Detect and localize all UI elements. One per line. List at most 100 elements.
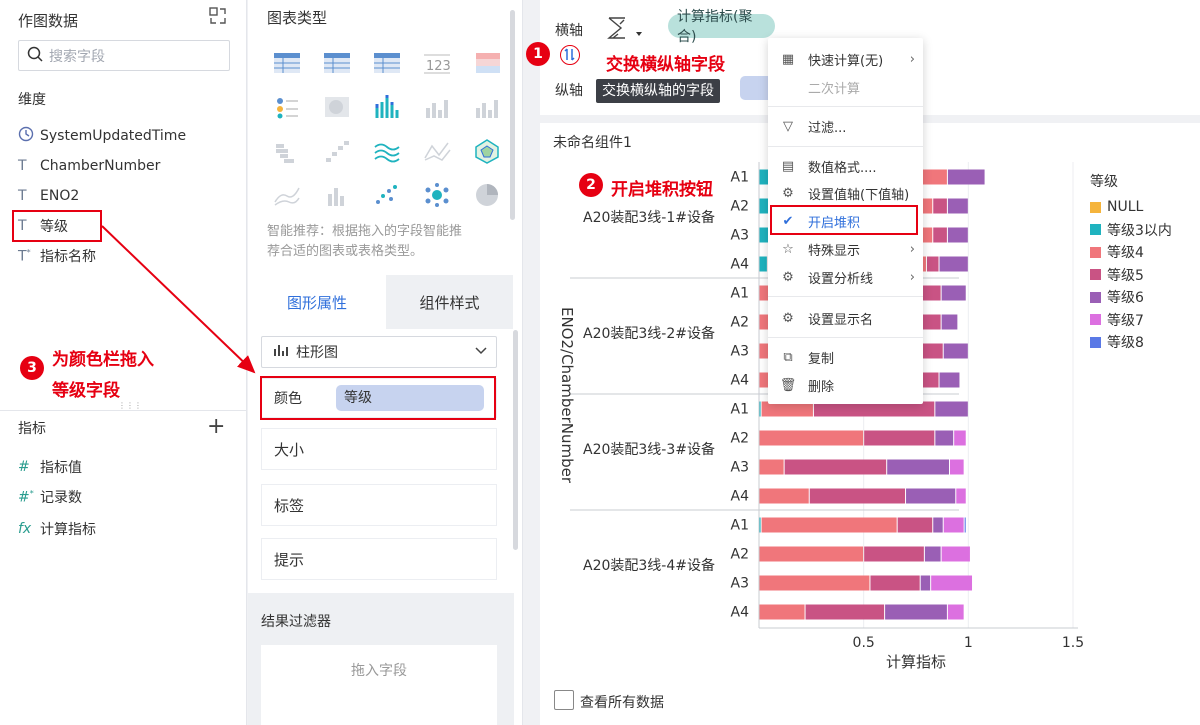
measure-field-record-count[interactable]: #* 记录数 bbox=[18, 484, 82, 510]
y-tick-label: A3 bbox=[731, 344, 749, 360]
bar-segment bbox=[935, 401, 968, 417]
view-all-data-checkbox[interactable] bbox=[554, 690, 574, 710]
mini-bar-icon[interactable] bbox=[322, 182, 352, 208]
menu-separator bbox=[768, 296, 923, 297]
y-tick-label: A4 bbox=[731, 489, 750, 505]
dimension-field-indicator-name[interactable]: T* 指标名称 bbox=[18, 243, 96, 269]
menu-item-label: 设置分析线 bbox=[808, 271, 874, 287]
column-icon[interactable] bbox=[422, 94, 452, 120]
legend-swatch bbox=[1090, 224, 1101, 235]
dot-matrix-icon[interactable] bbox=[272, 94, 302, 120]
pie-chart-icon[interactable] bbox=[472, 182, 502, 208]
annotation-text-3b: 等级字段 bbox=[52, 381, 120, 401]
legend-label: 等级5 bbox=[1107, 267, 1144, 284]
switch-dataset-icon[interactable] bbox=[208, 6, 228, 26]
chart-type-scrollbar[interactable] bbox=[510, 10, 515, 220]
field-label: ChamberNumber bbox=[40, 158, 161, 174]
y-tick-label: A1 bbox=[731, 518, 749, 534]
legend-item[interactable]: 等级8 bbox=[1090, 332, 1144, 352]
trash-icon: 🗑 bbox=[779, 377, 797, 393]
color-table-icon[interactable] bbox=[472, 50, 502, 76]
legend-item[interactable]: 等级4 bbox=[1090, 242, 1144, 262]
text-type-icon: T bbox=[18, 188, 27, 204]
tab-graphic-properties[interactable]: 图形属性 bbox=[248, 275, 386, 329]
menu-item-special-display[interactable]: ☆ 特殊显示 › bbox=[768, 235, 923, 263]
dimensions-header: 维度 bbox=[18, 92, 46, 108]
field-label: SystemUpdatedTime bbox=[40, 128, 187, 144]
bar-segment bbox=[920, 575, 931, 591]
widget-title: 未命名组件1 bbox=[553, 135, 632, 151]
swap-arrows-icon bbox=[564, 48, 575, 61]
menu-item-filter[interactable]: ▽ 过滤... bbox=[768, 112, 923, 140]
legend-item[interactable]: 等级5 bbox=[1090, 265, 1144, 285]
bar-segment bbox=[885, 604, 947, 620]
menu-item-number-format[interactable]: ▤ 数值格式.... bbox=[768, 152, 923, 180]
hash-icon: #* bbox=[18, 488, 34, 506]
legend-item[interactable]: 等级6 bbox=[1090, 287, 1144, 307]
bar-segment bbox=[864, 430, 935, 446]
measure-field-calc-indicator[interactable]: fx 计算指标 bbox=[18, 516, 96, 542]
chart-subtype-value: 柱形图 bbox=[296, 345, 338, 361]
area-chart-icon[interactable] bbox=[272, 182, 302, 208]
x-tick-label: 1 bbox=[964, 635, 973, 651]
heat-area-icon[interactable] bbox=[322, 94, 352, 120]
y-tick-label: A2 bbox=[731, 547, 749, 563]
scatter-icon[interactable] bbox=[372, 182, 402, 208]
bar-segment bbox=[941, 314, 958, 330]
waterfall-icon[interactable] bbox=[272, 138, 302, 164]
data-panel-title: 作图数据 bbox=[18, 12, 79, 30]
field-search-input[interactable]: 搜索字段 bbox=[18, 40, 230, 71]
radar-line-icon[interactable] bbox=[422, 138, 452, 164]
bar-segment bbox=[939, 372, 960, 388]
swap-axes-button[interactable] bbox=[560, 45, 580, 65]
menu-item-value-axis[interactable]: ⚙ 设置值轴(下值轴) bbox=[768, 179, 923, 207]
line-chart-icon[interactable] bbox=[372, 138, 402, 164]
result-filter-dropzone[interactable]: 拖入字段 bbox=[261, 645, 497, 725]
stacked-bar-icon[interactable] bbox=[372, 94, 402, 120]
bar-segment bbox=[924, 546, 941, 562]
bar-segment bbox=[864, 546, 924, 562]
menu-item-delete[interactable]: 🗑 删除 bbox=[768, 371, 923, 399]
legend-swatch bbox=[1090, 269, 1101, 280]
bubble-icon[interactable] bbox=[422, 182, 452, 208]
axis-type-icon[interactable] bbox=[606, 14, 652, 42]
number-kpi-icon[interactable]: 123 bbox=[422, 50, 452, 76]
resize-handle[interactable]: ⋮⋮⋮ bbox=[118, 402, 142, 410]
prop-label[interactable]: 标签 bbox=[261, 484, 497, 526]
step-icon[interactable] bbox=[322, 138, 352, 164]
clock-icon bbox=[18, 126, 40, 146]
add-measure-icon[interactable]: + bbox=[207, 414, 225, 439]
tab-component-style[interactable]: 组件样式 bbox=[386, 275, 513, 329]
dimension-field-chambernumber[interactable]: T ChamberNumber bbox=[18, 153, 160, 179]
menu-item-quick-calc[interactable]: ▦ 快速计算(无) › bbox=[768, 45, 923, 73]
menu-separator bbox=[768, 106, 923, 107]
dimension-field-systemupdatedtime[interactable]: SystemUpdatedTime bbox=[18, 123, 186, 149]
detail-table-icon[interactable] bbox=[372, 50, 402, 76]
copy-icon: ⧉ bbox=[783, 349, 793, 365]
prop-size[interactable]: 大小 bbox=[261, 428, 497, 470]
menu-separator bbox=[768, 146, 923, 147]
prop-tooltip[interactable]: 提示 bbox=[261, 538, 497, 580]
measure-field-value[interactable]: # 指标值 bbox=[18, 454, 82, 480]
legend-label: 等级7 bbox=[1107, 312, 1144, 329]
legend-item[interactable]: 等级7 bbox=[1090, 310, 1144, 330]
table-icon[interactable] bbox=[272, 50, 302, 76]
x-axis-field-pill[interactable]: 计算指标(聚合) bbox=[668, 9, 775, 45]
bar-chart-icon bbox=[274, 343, 296, 361]
dimension-field-eno2[interactable]: T ENO2 bbox=[18, 183, 79, 209]
menu-item-label: 设置显示名 bbox=[808, 312, 874, 328]
legend-item[interactable]: NULL bbox=[1090, 197, 1143, 217]
bar-chart-icon[interactable] bbox=[472, 94, 502, 120]
menu-item-display-name[interactable]: ⚙ 设置显示名 bbox=[768, 304, 923, 332]
menu-item-analysis-line[interactable]: ⚙ 设置分析线 › bbox=[768, 263, 923, 291]
menu-item-secondary-calc[interactable]: 二次计算 bbox=[768, 73, 923, 101]
menu-item-copy[interactable]: ⧉ 复制 bbox=[768, 343, 923, 371]
cross-table-icon[interactable] bbox=[322, 50, 352, 76]
bar-segment bbox=[943, 517, 964, 533]
legend-item[interactable]: 等级3以内 bbox=[1090, 220, 1172, 240]
field-label: 计算指标 bbox=[40, 522, 96, 538]
props-scrollbar[interactable] bbox=[513, 330, 518, 550]
chart-subtype-select[interactable]: 柱形图 bbox=[261, 336, 497, 368]
radar-icon[interactable] bbox=[472, 138, 502, 164]
bar-segment bbox=[947, 604, 964, 620]
